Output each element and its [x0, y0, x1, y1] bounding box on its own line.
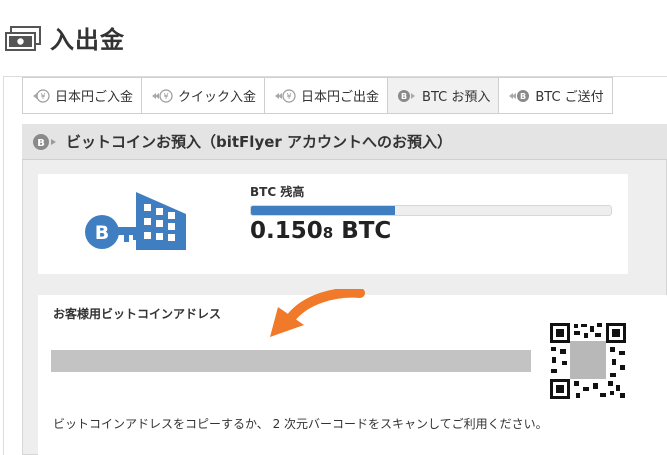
tab-label: BTC ご送付: [535, 90, 604, 105]
panel-title: ビットコインお預入（bitFlyer アカウントへのお預入）: [66, 133, 453, 151]
svg-text:¥: ¥: [163, 92, 168, 101]
money-icon: [5, 26, 41, 51]
yen-quick-icon: ¥: [152, 88, 173, 103]
tab-yen-withdraw[interactable]: ¥ 日本円ご出金: [264, 77, 389, 114]
balance-value-small: 8: [322, 224, 334, 242]
qr-code: [548, 321, 628, 401]
svg-text:B: B: [401, 92, 407, 101]
panel-header: B ビットコインお預入（bitFlyer アカウントへのお預入）: [22, 124, 667, 160]
tab-btc-send[interactable]: B BTC ご送付: [498, 77, 613, 114]
balance-value-main: 0.150: [250, 218, 323, 244]
tab-label: クイック入金: [178, 90, 257, 105]
svg-text:¥: ¥: [286, 92, 291, 101]
btc-deposit-icon: B: [398, 89, 416, 102]
svg-text:B: B: [520, 92, 526, 101]
page-title: 入出金: [50, 26, 125, 54]
svg-text:¥: ¥: [40, 92, 45, 101]
balance-progress-fill: [251, 206, 395, 215]
arrow-icon: [270, 289, 365, 337]
balance-card: B BTC 残高 0.1508 BTC: [38, 174, 628, 274]
balance-unit: BTC: [333, 218, 392, 244]
yen-withdraw-icon: ¥: [275, 88, 296, 103]
tab-yen-deposit[interactable]: ¥ 日本円ご入金: [22, 77, 143, 114]
address-card: お客様用ビットコインアドレス ビットコインアドレスをコピーするか、 2 次元バー…: [38, 289, 667, 455]
tab-bar: ¥ 日本円ご入金 ¥ クイック入金 ¥ 日本円ご出金 B BTC お預入 B B…: [22, 77, 613, 114]
balance-value: 0.1508 BTC: [250, 218, 391, 244]
balance-label: BTC 残高: [250, 185, 305, 199]
page-header: 入出金: [0, 0, 667, 76]
tab-label: 日本円ご出金: [301, 90, 380, 105]
bitcoin-bank-icon: B: [85, 192, 186, 250]
instructions-text: ビットコインアドレスをコピーするか、 2 次元バーコードをスキャンしてご利用くだ…: [53, 417, 548, 431]
tab-quick-deposit[interactable]: ¥ クイック入金: [141, 77, 266, 114]
balance-progress-bar: [250, 205, 612, 216]
tab-btc-deposit[interactable]: B BTC お預入: [387, 77, 500, 114]
bitcoin-address-field[interactable]: [51, 350, 531, 372]
svg-text:B: B: [37, 138, 45, 149]
yen-deposit-icon: ¥: [33, 88, 50, 103]
tab-label: BTC お預入: [422, 90, 491, 105]
address-label: お客様用ビットコインアドレス: [53, 307, 222, 321]
btc-send-icon: B: [509, 89, 530, 102]
bitcoin-icon: B: [33, 133, 56, 150]
svg-text:B: B: [95, 222, 109, 244]
tab-label: 日本円ご入金: [55, 90, 134, 105]
